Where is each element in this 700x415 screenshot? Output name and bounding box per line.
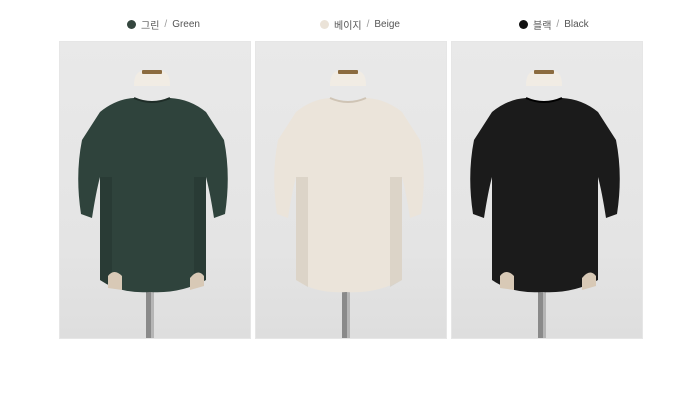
color-name-ko: 블랙 — [533, 20, 552, 32]
blouse-on-mannequin-icon — [274, 70, 424, 338]
product-photo-black[interactable] — [451, 41, 643, 339]
color-name-en: Black — [564, 18, 589, 30]
color-label-beige: 베이지 / Beige — [320, 17, 400, 32]
beige-swatch-icon — [320, 19, 329, 29]
color-label-row: 그린 / Green 베이지 / Beige 블랙 / Black — [0, 0, 700, 40]
color-separator: / — [164, 18, 168, 30]
blouse-body — [470, 98, 620, 293]
black-swatch-icon — [519, 19, 528, 29]
blouse-on-mannequin-icon — [470, 70, 620, 338]
product-photo-green[interactable] — [59, 41, 251, 339]
color-name-en: Green — [172, 18, 200, 30]
color-name-ko: 그린 — [141, 20, 160, 32]
color-name-ko: 베이지 — [334, 20, 362, 32]
product-photo-beige[interactable] — [255, 41, 447, 339]
color-label-black: 블랙 / Black — [519, 17, 589, 32]
color-separator: / — [366, 18, 370, 30]
blouse-on-mannequin-icon — [78, 70, 228, 338]
green-swatch-icon — [127, 19, 136, 29]
color-name-en: Beige — [374, 18, 400, 30]
color-label-green: 그린 / Green — [127, 17, 200, 32]
color-separator: / — [556, 18, 560, 30]
